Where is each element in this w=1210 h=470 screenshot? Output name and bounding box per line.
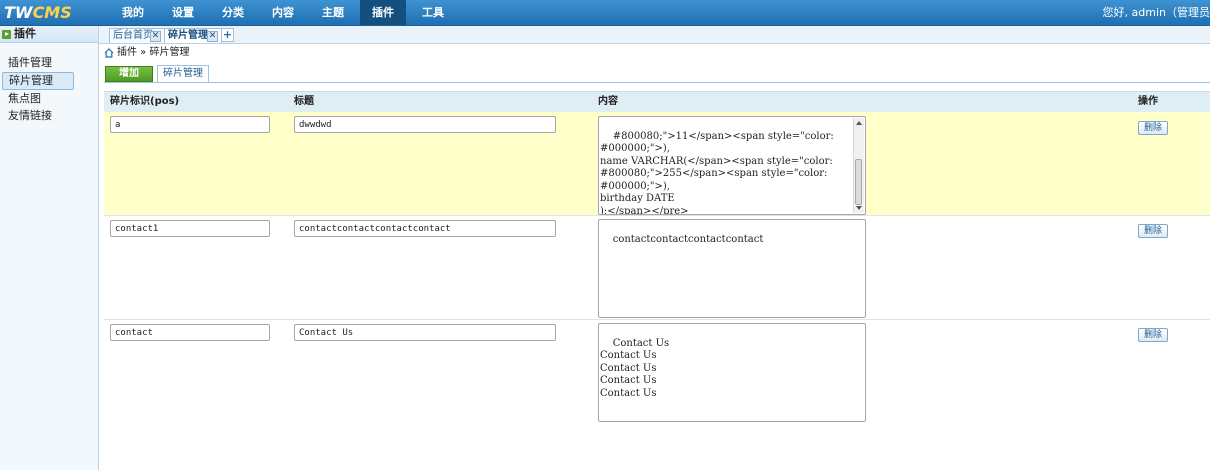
nav-item-categories[interactable]: 分类 [210,0,256,25]
tab-dashboard[interactable]: 后台首页 ✕ [109,28,165,43]
table-header: 碎片标识(pos) 标题 内容 操作 [104,91,1210,113]
delete-button[interactable]: 删除 [1138,328,1168,342]
pos-input[interactable]: contact1 [110,220,270,237]
logo[interactable]: TWCMS [4,2,72,23]
tab-fragment-manage[interactable]: 碎片管理 ✕ [164,28,222,43]
column-header-actions: 操作 [1138,96,1158,107]
tab-bar: 后台首页 ✕ 碎片管理 ✕ + [99,26,1210,44]
sidebar-item-friend-links[interactable]: 友情链接 [0,108,98,124]
sidebar-list: 插件管理 碎片管理 焦点图 友情链接 [0,55,98,124]
main-nav: 我的 设置 分类 内容 主题 插件 工具 [108,0,458,25]
column-header-title: 标题 [294,96,314,107]
scrollbar[interactable] [853,118,864,213]
arrow-right-icon [2,29,11,39]
sidebar-header: 插件 [0,26,98,43]
sidebar: 插件 插件管理 碎片管理 焦点图 友情链接 [0,26,99,470]
add-button[interactable]: 增加 [105,66,153,82]
scroll-down-icon[interactable] [856,206,862,210]
tab-label: 碎片管理 [168,30,208,41]
breadcrumb-text: 插件 » 碎片管理 [117,47,190,58]
content-text: Contact Us Contact Us Contact Us Contact… [600,337,670,399]
breadcrumb: 插件 » 碎片管理 [104,46,189,60]
top-bar: TWCMS 我的 设置 分类 内容 主题 插件 工具 您好, admin（管理员 [0,0,1210,26]
logo-text-b: CMS [32,3,72,22]
table-row: contact1 contactcontactcontactcontact co… [104,216,1210,320]
nav-item-themes[interactable]: 主题 [310,0,356,25]
table-row: contact Contact Us Contact Us Contact Us… [104,320,1210,423]
sidebar-item-focus-image[interactable]: 焦点图 [0,91,98,107]
content-textarea[interactable]: #800080;">11</span><span style="color: #… [598,116,866,215]
subtab-fragment-manage[interactable]: 碎片管理 [157,65,209,83]
close-icon[interactable]: ✕ [207,31,218,42]
nav-item-plugins[interactable]: 插件 [360,0,406,25]
content-text: contactcontactcontactcontact [612,233,764,245]
sidebar-title: 插件 [14,27,36,40]
nav-item-content[interactable]: 内容 [260,0,306,25]
divider [104,82,1210,83]
sidebar-item-fragment-manage[interactable]: 碎片管理 [2,72,74,90]
title-input[interactable]: dwwdwd [294,116,556,133]
scroll-thumb[interactable] [855,159,862,205]
scroll-up-icon[interactable] [856,121,862,125]
column-header-pos: 碎片标识(pos) [110,96,180,107]
pos-input[interactable]: a [110,116,270,133]
table-row: a dwwdwd #800080;">11</span><span style=… [104,112,1210,216]
column-header-content: 内容 [598,96,618,107]
sidebar-item-plugin-manage[interactable]: 插件管理 [0,55,98,71]
home-icon [104,48,114,58]
nav-item-settings[interactable]: 设置 [160,0,206,25]
nav-item-mine[interactable]: 我的 [110,0,156,25]
nav-item-tools[interactable]: 工具 [410,0,456,25]
content-textarea[interactable]: Contact Us Contact Us Contact Us Contact… [598,323,866,422]
title-input[interactable]: contactcontactcontactcontact [294,220,556,237]
delete-button[interactable]: 删除 [1138,224,1168,238]
pos-input[interactable]: contact [110,324,270,341]
tab-label: 后台首页 [113,30,153,41]
title-input[interactable]: Contact Us [294,324,556,341]
add-tab-icon[interactable]: + [221,28,234,42]
content-text: #800080;">11</span><span style="color: #… [600,130,834,215]
delete-button[interactable]: 删除 [1138,121,1168,135]
close-icon[interactable]: ✕ [150,31,161,42]
logo-text-a: TW [4,3,33,22]
content-textarea[interactable]: contactcontactcontactcontact [598,219,866,318]
user-greeting: 您好, admin（管理员 [1102,6,1210,19]
